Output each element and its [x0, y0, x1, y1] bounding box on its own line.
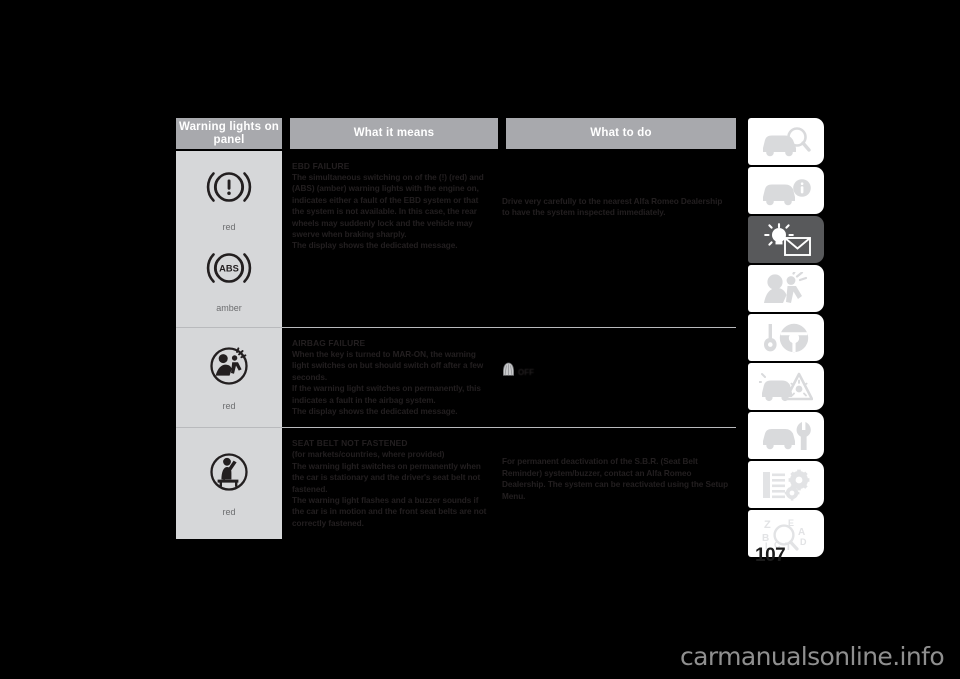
- key-steering-wheel-icon: [760, 322, 812, 354]
- warning-light-cell: red: [176, 428, 282, 540]
- means-body: The warning light switches on permanentl…: [292, 461, 487, 528]
- warning-light-colour-label: red: [222, 401, 236, 412]
- warning-light-cell: red: [176, 328, 282, 428]
- warning-light-colour-label: red: [222, 507, 236, 518]
- tab-getting-to-know-the-car[interactable]: [748, 118, 824, 165]
- airbag-off-icon: [502, 362, 515, 382]
- watermark: carmanualsonline.info: [680, 642, 945, 671]
- header-warning-lights: Warning lights on panel: [176, 118, 282, 149]
- airbag-off-label: OFF: [518, 367, 534, 377]
- todo-body: For permanent deactivation of the S.B.R.…: [502, 457, 729, 501]
- means-body: The simultaneous switching on of the (!)…: [292, 173, 484, 240]
- header-what-to-do: What to do: [506, 118, 736, 149]
- means-body: When the key is turned to MAR-ON, the wa…: [292, 350, 484, 405]
- seat-belt-warning-light-group: red: [203, 446, 255, 519]
- means-title: SEAT BELT NOT FASTENED: [292, 438, 408, 449]
- todo-body: Drive very carefully to the nearest Alfa…: [502, 197, 723, 218]
- chapter-tab-strip: Z E A B C T D I: [748, 118, 824, 559]
- brake-warning-light-group: red: [203, 161, 255, 234]
- manual-page: Warning lights on panel What it means Wh…: [0, 0, 960, 679]
- tab-safety[interactable]: [748, 265, 824, 312]
- car-spanner-icon: [760, 420, 812, 452]
- seat-belt-warning-icon: [203, 446, 255, 503]
- table-header-row: Warning lights on panel What it means Wh…: [176, 118, 736, 149]
- what-to-do-cell: For permanent deactivation of the S.B.R.…: [498, 428, 736, 540]
- warning-lights-table: Warning lights on panel What it means Wh…: [176, 118, 736, 540]
- means-title: AIRBAG FAILURE: [292, 338, 366, 348]
- page-number: 107: [755, 545, 786, 566]
- list-gears-icon: [760, 469, 812, 501]
- tab-technical-specifications[interactable]: [748, 461, 824, 508]
- car-info-icon: [759, 175, 813, 207]
- car-magnifier-icon: [759, 126, 813, 158]
- table-row: red AIRBAG FAILURE When the key is turne…: [176, 327, 736, 428]
- airbag-occupant-icon: [762, 271, 810, 306]
- table-body: red ABS amber EBD FAILURE The simultaneo…: [176, 151, 736, 540]
- warning-light-cell: red ABS amber: [176, 151, 282, 327]
- airbag-warning-icon: [203, 340, 255, 397]
- what-to-do-cell: Drive very carefully to the nearest Alfa…: [498, 151, 736, 327]
- tab-starting-and-driving[interactable]: [748, 314, 824, 361]
- tab-dashboard-and-controls[interactable]: [748, 167, 824, 214]
- airbag-off-symbol-group: OFF: [502, 362, 732, 382]
- means-note: The display shows the dedicated message.: [292, 407, 458, 417]
- header-what-it-means: What it means: [290, 118, 498, 149]
- svg-text:D: D: [800, 537, 807, 547]
- warning-lamp-envelope-icon: [759, 222, 813, 257]
- means-subtitle: (for markets/countries, where provided): [292, 450, 445, 460]
- table-row: red SEAT BELT NOT FASTENED (for markets/…: [176, 427, 736, 540]
- what-it-means-cell: EBD FAILURE The simultaneous switching o…: [282, 151, 498, 327]
- means-note: The display shows the dedicated message.: [292, 241, 458, 251]
- warning-light-colour-label: amber: [216, 303, 242, 313]
- what-it-means-cell: SEAT BELT NOT FASTENED (for markets/coun…: [282, 428, 498, 540]
- table-row: red ABS amber EBD FAILURE The simultaneo…: [176, 151, 736, 327]
- abs-warning-light-group: ABS amber: [203, 242, 255, 315]
- means-title: EBD FAILURE: [292, 161, 350, 171]
- tab-maintenance-and-care[interactable]: [748, 412, 824, 459]
- what-it-means-cell: AIRBAG FAILURE When the key is turned to…: [282, 328, 498, 428]
- what-to-do-cell: OFF: [498, 328, 736, 428]
- svg-text:Z: Z: [764, 519, 771, 531]
- svg-text:ABS: ABS: [219, 263, 239, 273]
- car-warning-triangle-icon: [759, 371, 813, 403]
- warning-light-colour-label: red: [222, 222, 236, 232]
- tab-warning-lights-and-messages[interactable]: [748, 216, 824, 263]
- brake-warning-icon: [203, 161, 255, 218]
- abs-warning-icon: ABS: [203, 242, 255, 299]
- airbag-warning-light-group: red: [203, 340, 255, 413]
- tab-in-an-emergency[interactable]: [748, 363, 824, 410]
